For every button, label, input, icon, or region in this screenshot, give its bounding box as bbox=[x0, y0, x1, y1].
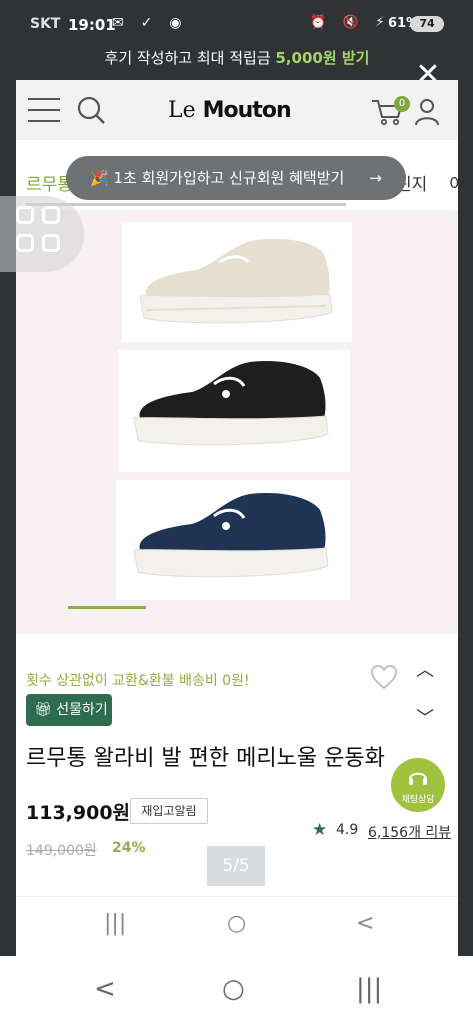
gallery-progress-indicator bbox=[68, 606, 146, 609]
category-scroll-indicator bbox=[26, 203, 346, 206]
inner-back-button[interactable]: < bbox=[356, 911, 374, 936]
product-image-gallery[interactable] bbox=[16, 210, 458, 634]
headset-icon bbox=[409, 772, 427, 785]
grid-icon-cell bbox=[16, 234, 34, 252]
gift-button[interactable]: 🎁︎ 선물하기 bbox=[26, 694, 112, 726]
chat-button-label: 채팅상담 bbox=[401, 795, 435, 805]
product-price: 113,900원 bbox=[26, 802, 131, 824]
logo-le: Le bbox=[168, 98, 196, 123]
free-shipping-notice: 횟수 상관없이 교환&환불 배송비 0원! bbox=[26, 673, 250, 689]
grid-icon bbox=[16, 206, 34, 224]
chevron-down-icon[interactable]: ﹀ bbox=[416, 704, 434, 730]
signup-promo-text: 🎉 1초 회원가입하고 신규회원 혜택받기 bbox=[90, 169, 345, 187]
image-page-counter: 5/5 bbox=[207, 846, 265, 886]
chat-consult-button[interactable]: 채팅상담 bbox=[391, 758, 445, 812]
system-back-button[interactable]: < bbox=[94, 974, 116, 1004]
beige-shoe-image bbox=[139, 238, 333, 324]
dim-overlay-right bbox=[458, 80, 473, 956]
original-price: 149,000원 bbox=[26, 843, 97, 859]
inner-navigation-bar: ||| ○ < bbox=[16, 896, 458, 956]
carrier-label: SKT bbox=[30, 16, 61, 32]
inner-home-button[interactable]: ○ bbox=[227, 911, 246, 936]
review-count-link[interactable]: 6,156개 리뷰 bbox=[368, 822, 451, 842]
heart-icon[interactable] bbox=[370, 664, 398, 690]
battery-pill: 74 bbox=[410, 16, 444, 32]
cart-count-badge: 0 bbox=[394, 96, 410, 112]
restock-alert-button[interactable]: 재입고알림 bbox=[130, 798, 208, 824]
navy-shoe-image bbox=[133, 492, 329, 578]
grid-icon-cell bbox=[42, 206, 60, 224]
product-title: 르무통 왈라비 발 편한 메리노울 운동화 bbox=[26, 746, 385, 771]
status-bar: SKT 19:01 ✉ ✓ ◉ ⏰ 🔇 ⚡ 61% 74 bbox=[0, 12, 473, 38]
brand-logo[interactable]: Le Mouton bbox=[168, 98, 292, 123]
logo-mouton: Mouton bbox=[202, 98, 292, 123]
system-status-icons: ⏰ 🔇 ⚡ bbox=[310, 15, 391, 30]
user-icon[interactable] bbox=[412, 96, 442, 126]
signup-promo-pill[interactable]: 🎉 1초 회원가입하고 신규회원 혜택받기 → bbox=[66, 156, 406, 200]
clock: 19:01 bbox=[68, 16, 116, 34]
floating-grid-button[interactable] bbox=[0, 196, 84, 272]
arrow-right-icon: → bbox=[369, 169, 382, 187]
gift-icon: 🎁︎ bbox=[34, 702, 52, 718]
product-info: 횟수 상관없이 교환&환불 배송비 0원! ︿ ﹀ 🎁︎ 선물하기 르무통 왈라… bbox=[16, 634, 458, 896]
discount-rate: 24% bbox=[112, 840, 146, 856]
notification-icons: ✉ ✓ ◉ bbox=[112, 15, 188, 31]
category-tab-last[interactable]: 이 bbox=[449, 170, 465, 195]
system-navigation-bar: < ○ ||| bbox=[0, 956, 473, 1024]
star-icon: ★ bbox=[312, 820, 328, 840]
chevron-up-icon[interactable]: ︿ bbox=[416, 656, 434, 682]
menu-icon[interactable] bbox=[28, 98, 60, 122]
system-home-button[interactable]: ○ bbox=[222, 974, 245, 1004]
promo-highlight: 5,000원 받기 bbox=[275, 49, 370, 67]
rating-value: 4.9 bbox=[336, 822, 359, 838]
system-recents-button[interactable]: ||| bbox=[356, 974, 382, 1004]
promo-text: 후기 작성하고 최대 적립금 bbox=[104, 49, 276, 67]
site-header: Le Mouton 0 bbox=[16, 80, 458, 140]
grid-icon-cell bbox=[42, 234, 60, 252]
search-icon[interactable] bbox=[76, 95, 106, 125]
review-promo-banner[interactable]: 후기 작성하고 최대 적립금 5,000원 받기 bbox=[16, 38, 458, 78]
gift-button-label: 선물하기 bbox=[56, 702, 108, 718]
inner-recents-button[interactable]: ||| bbox=[104, 911, 126, 936]
phone-screen: { "status_bar": { "carrier": "SKT", "tim… bbox=[0, 0, 473, 1024]
black-shoe-image bbox=[133, 360, 329, 446]
